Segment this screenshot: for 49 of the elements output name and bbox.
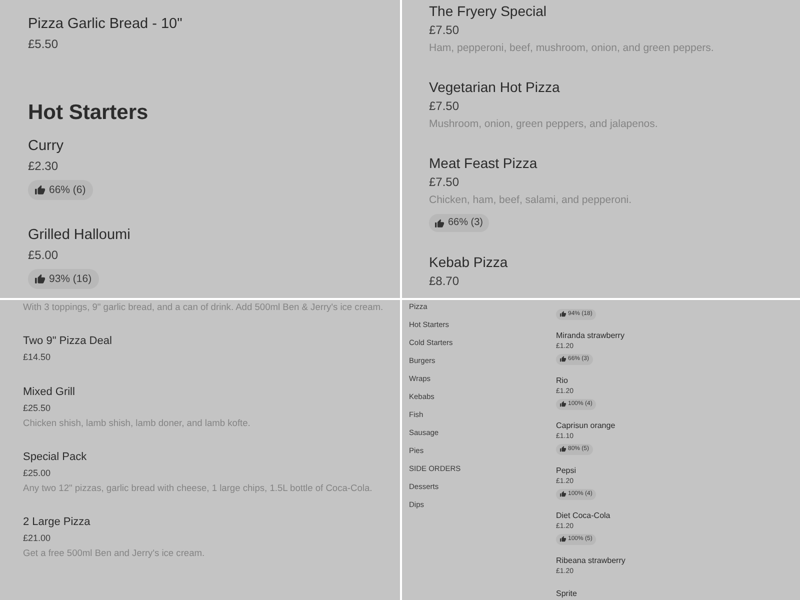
- item-name: Vegetarian Hot Pizza: [429, 78, 560, 97]
- section-heading: Hot Starters: [28, 100, 148, 126]
- item-name: Diet Coca-Cola: [556, 510, 610, 521]
- item-name: Meat Feast Pizza: [429, 154, 538, 173]
- item-price: £21.00: [23, 532, 51, 545]
- item-name: Sprite: [556, 588, 577, 598]
- rating-text: 93% (16): [49, 272, 92, 287]
- rating-text: 66% (6): [49, 183, 86, 198]
- thumbs-up-icon: [560, 356, 566, 362]
- item-price: £2.30: [28, 158, 58, 175]
- item-name: Miranda strawberry: [556, 330, 624, 341]
- rating-text: 66% (3): [448, 216, 484, 230]
- item-price: £5.00: [28, 247, 58, 264]
- item-name: Special Pack: [23, 450, 87, 465]
- thumbs-up-icon: [560, 446, 566, 452]
- item-description: Any two 12" pizzas, garlic bread with cheese, 1 large chips, 1.5L bottle of Coca-Cola.: [23, 482, 372, 495]
- item-name: Caprisun orange: [556, 420, 616, 431]
- item-description: Ham, pepperoni, beef, mushroom, onion, and green peppers.: [429, 41, 714, 56]
- item-name: Two 9" Pizza Deal: [23, 334, 112, 349]
- item-name: Grilled Halloumi: [28, 226, 130, 245]
- item-name: Curry: [28, 137, 64, 156]
- thumbs-up-icon: [435, 218, 444, 228]
- item-description: Chicken shish, lamb shish, lamb doner, and lamb kofte.: [23, 417, 250, 430]
- item-price: £25.50: [23, 402, 51, 415]
- thumbs-up-icon: [560, 491, 566, 497]
- item-name: Mixed Grill: [23, 385, 75, 400]
- item-name: The Fryery Special: [429, 2, 546, 21]
- item-description: Chicken, ham, beef, salami, and pepperoni.: [429, 193, 632, 208]
- item-description: Mushroom, onion, green peppers, and jalapenos.: [429, 117, 658, 132]
- item-name: Pizza Garlic Bread - 10": [28, 15, 182, 34]
- thumbs-up-icon: [35, 274, 45, 284]
- thumbs-up-icon: [560, 536, 566, 542]
- item-price: £7.50: [429, 174, 460, 191]
- item-price: £5.50: [28, 36, 58, 53]
- item-description: Get a free 500ml Ben and Jerry's ice cream.: [23, 547, 205, 560]
- thumbs-up-icon: [560, 311, 566, 317]
- item-name: Kebab Pizza: [429, 253, 508, 272]
- item-name: 2 Large Pizza: [23, 515, 90, 530]
- thumbs-up-icon: [560, 401, 566, 407]
- item-name: Ribeana strawberry: [556, 555, 626, 566]
- item-description: With 3 toppings, 9" garlic bread, and a can of drink. Add 500ml Ben & Jerry's ice cream.: [23, 301, 384, 314]
- item-price: £7.50: [429, 98, 460, 115]
- item-name: Rio: [556, 375, 568, 386]
- item-price: £8.70: [429, 273, 460, 290]
- item-price: £14.50: [23, 351, 51, 364]
- item-name: Pepsi: [556, 465, 576, 476]
- item-price: £25.00: [23, 467, 51, 480]
- thumbs-up-icon: [35, 185, 45, 195]
- item-price: £7.50: [429, 22, 460, 39]
